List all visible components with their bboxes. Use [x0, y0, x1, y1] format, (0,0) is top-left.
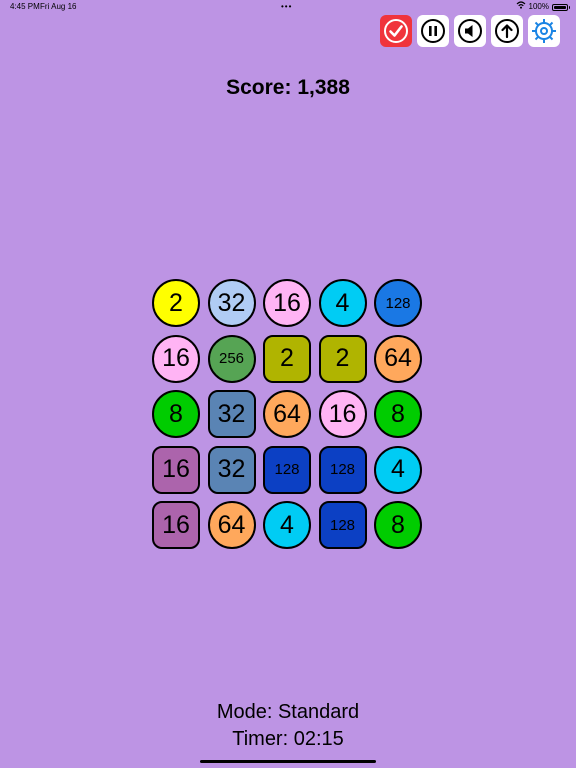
tile[interactable]: 64 [374, 334, 422, 383]
tile[interactable]: 32 [207, 279, 256, 327]
tile[interactable]: 16 [318, 390, 367, 438]
up-button[interactable] [491, 15, 523, 47]
check-button[interactable] [380, 15, 412, 47]
tile[interactable]: 8 [152, 390, 200, 438]
tile[interactable]: 16 [152, 445, 200, 494]
battery-icon [552, 3, 570, 11]
tile[interactable]: 32 [207, 445, 256, 494]
tile[interactable]: 16 [152, 334, 200, 383]
timer-label: Timer: 02:15 [232, 728, 344, 750]
home-indicator[interactable] [200, 760, 376, 763]
gear-icon [530, 17, 558, 45]
settings-button[interactable] [528, 15, 560, 47]
speaker-icon [457, 18, 483, 44]
tile[interactable]: 128 [318, 501, 367, 549]
tile[interactable]: 4 [374, 445, 422, 494]
tile[interactable]: 2 [318, 334, 367, 383]
tile[interactable]: 64 [207, 501, 256, 549]
tile[interactable]: 64 [263, 390, 311, 438]
tile[interactable]: 128 [318, 445, 367, 494]
tile[interactable]: 2 [152, 279, 200, 327]
game-board: 2 32 16 4 128 16 256 2 2 64 8 32 64 16 8 16 32 128 128 4 16 6… [152, 279, 422, 549]
status-date: Fri Aug 16 [40, 2, 77, 11]
tile[interactable]: 8 [374, 501, 422, 549]
status-bar: 4:45 PM Fri Aug 16 ••• 100% [0, 0, 576, 14]
pause-icon [420, 18, 446, 44]
tile[interactable]: 32 [207, 390, 256, 438]
tile[interactable]: 8 [374, 390, 422, 438]
tile[interactable]: 128 [263, 445, 311, 494]
toolbar [380, 15, 560, 47]
sound-button[interactable] [454, 15, 486, 47]
tile[interactable]: 256 [207, 334, 256, 383]
tile[interactable]: 2 [263, 334, 311, 383]
tile[interactable]: 4 [318, 279, 367, 327]
pause-button[interactable] [417, 15, 449, 47]
tile[interactable]: 128 [374, 279, 422, 327]
checkmark-icon [383, 18, 409, 44]
tile[interactable]: 4 [263, 501, 311, 549]
mode-label: Mode: Standard [216, 701, 360, 723]
score-label: Score: 1,388 [226, 76, 350, 99]
tile[interactable]: 16 [152, 501, 200, 549]
status-right: 100% [516, 0, 570, 14]
wifi-icon [516, 0, 526, 14]
battery-percent: 100% [528, 2, 549, 11]
status-time: 4:45 PM [10, 2, 40, 11]
arrow-up-icon [494, 18, 520, 44]
tile[interactable]: 16 [263, 279, 311, 327]
multitasking-dots[interactable]: ••• [281, 0, 292, 14]
